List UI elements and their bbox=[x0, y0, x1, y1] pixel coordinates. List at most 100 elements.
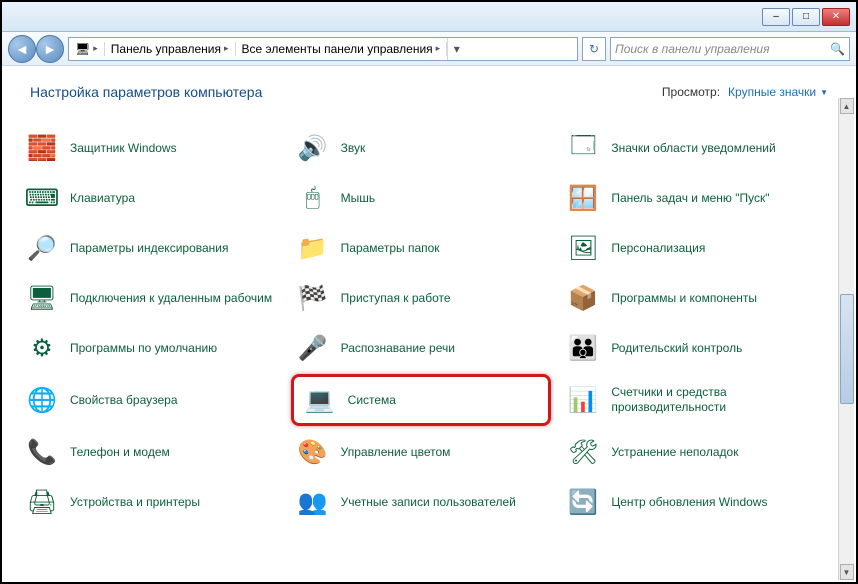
mouse-icon: 🖱 bbox=[295, 180, 331, 216]
cpl-item-keyboard[interactable]: ⌨ Клавиатура bbox=[20, 174, 281, 222]
cpl-item-taskbar[interactable]: 🪟Панель задач и меню "Пуск" bbox=[561, 174, 822, 222]
back-button[interactable]: ◄ bbox=[8, 35, 36, 63]
chevron-right-icon: ▸ bbox=[93, 43, 98, 54]
refresh-button[interactable]: ↻ bbox=[582, 37, 606, 61]
keyboard-icon: ⌨ bbox=[24, 180, 60, 216]
nav-buttons: ◄ ► bbox=[8, 35, 64, 63]
indexing-icon: 🔎 bbox=[24, 230, 60, 266]
items-grid: 🧱 Защитник Windows 🔊 Звук 🗔 Значки области ув… bbox=[20, 124, 822, 526]
view-selector[interactable]: Крупные значки ▼ bbox=[728, 85, 828, 99]
cpl-item-label: Свойства браузера bbox=[70, 393, 178, 408]
cpl-item-programs[interactable]: 📦Программы и компоненты bbox=[561, 274, 822, 322]
address-dropdown[interactable]: ▾ bbox=[447, 38, 465, 60]
cpl-item-label: Счетчики и средства производительности bbox=[611, 385, 818, 415]
cpl-item-label: Значки области уведомлений bbox=[611, 141, 775, 156]
system-icon: 💻 bbox=[302, 382, 338, 418]
breadcrumb-seg1[interactable]: Панель управления ▸ bbox=[105, 42, 236, 56]
address-bar[interactable]: 🖥 ▸ Панель управления ▸ Все элементы пан… bbox=[68, 37, 578, 61]
breadcrumb-label: Все элементы панели управления bbox=[242, 42, 433, 56]
page-title: Настройка параметров компьютера bbox=[30, 84, 262, 100]
cpl-item-defender[interactable]: 🧱 Защитник Windows bbox=[20, 124, 281, 172]
breadcrumb-seg2[interactable]: Все элементы панели управления ▸ bbox=[236, 42, 448, 56]
windows-update-icon: 🔄 bbox=[565, 484, 601, 520]
cpl-item-label: Управление цветом bbox=[341, 445, 451, 460]
toolbar: ◄ ► 🖥 ▸ Панель управления ▸ Все элементы… bbox=[2, 32, 856, 66]
forward-button[interactable]: ► bbox=[36, 35, 64, 63]
cpl-item-label: Приступая к работе bbox=[341, 291, 451, 306]
cpl-item-label: Устройства и принтеры bbox=[70, 495, 200, 510]
speech-icon: 🎤 bbox=[295, 330, 331, 366]
breadcrumb-root[interactable]: 🖥 ▸ bbox=[69, 42, 105, 56]
chevron-down-icon: ▼ bbox=[820, 88, 828, 97]
cpl-item-label: Клавиатура bbox=[70, 191, 135, 206]
scroll-thumb[interactable] bbox=[840, 294, 854, 404]
color-mgmt-icon: 🎨 bbox=[295, 434, 331, 470]
view-value: Крупные значки bbox=[728, 85, 816, 99]
cpl-item-default-programs[interactable]: ⚙Программы по умолчанию bbox=[20, 324, 281, 372]
personalization-icon: 🖼 bbox=[565, 230, 601, 266]
minimize-button[interactable]: – bbox=[762, 8, 790, 26]
cpl-item-perf-counters[interactable]: 📊 Счетчики и средства производительности bbox=[561, 374, 822, 426]
cpl-item-label: Распознавание речи bbox=[341, 341, 455, 356]
cpl-item-label: Устранение неполадок bbox=[611, 445, 738, 460]
perf-counters-icon: 📊 bbox=[565, 382, 601, 418]
cpl-item-label: Родительский контроль bbox=[611, 341, 742, 356]
view-label: Просмотр: bbox=[662, 85, 720, 99]
vertical-scrollbar[interactable]: ▲ ▼ bbox=[838, 98, 854, 580]
cpl-item-remote[interactable]: 🖥 Подключения к удаленным рабочим bbox=[20, 274, 281, 322]
cpl-item-label: Центр обновления Windows bbox=[611, 495, 767, 510]
cpl-item-troubleshoot[interactable]: 🛠 Устранение неполадок bbox=[561, 428, 822, 476]
cpl-item-notification-icons[interactable]: 🗔 Значки области уведомлений bbox=[561, 124, 822, 172]
breadcrumb-label: Панель управления bbox=[111, 42, 221, 56]
phone-modem-icon: 📞 bbox=[24, 434, 60, 470]
cpl-item-mouse[interactable]: 🖱 Мышь bbox=[291, 174, 552, 222]
folder-options-icon: 📁 bbox=[295, 230, 331, 266]
sound-icon: 🔊 bbox=[295, 130, 331, 166]
defender-icon: 🧱 bbox=[24, 130, 60, 166]
cpl-item-getting-started[interactable]: 🏁 Приступая к работе bbox=[291, 274, 552, 322]
cpl-item-parental[interactable]: 👪Родительский контроль bbox=[561, 324, 822, 372]
cpl-item-browser-props[interactable]: 🌐 Свойства браузера bbox=[20, 374, 281, 426]
scroll-down-button[interactable]: ▼ bbox=[840, 564, 854, 580]
cpl-item-color-mgmt[interactable]: 🎨 Управление цветом bbox=[291, 428, 552, 476]
close-button[interactable]: ✕ bbox=[822, 8, 850, 26]
cpl-item-folder-options[interactable]: 📁Параметры папок bbox=[291, 224, 552, 272]
taskbar-icon: 🪟 bbox=[565, 180, 601, 216]
cpl-item-speech[interactable]: 🎤 Распознавание речи bbox=[291, 324, 552, 372]
cpl-item-label: Мышь bbox=[341, 191, 376, 206]
user-accounts-icon: 👥 bbox=[295, 484, 331, 520]
cpl-item-indexing[interactable]: 🔎 Параметры индексирования bbox=[20, 224, 281, 272]
cpl-item-label: Параметры индексирования bbox=[70, 241, 228, 256]
search-input[interactable]: Поиск в панели управления 🔍 bbox=[610, 37, 850, 61]
cpl-item-phone-modem[interactable]: 📞 Телефон и модем bbox=[20, 428, 281, 476]
chevron-right-icon: ▸ bbox=[436, 43, 441, 54]
cpl-item-label: Телефон и модем bbox=[70, 445, 170, 460]
cpl-item-windows-update[interactable]: 🔄 Центр обновления Windows bbox=[561, 478, 822, 526]
cpl-item-label: Персонализация bbox=[611, 241, 705, 256]
browser-props-icon: 🌐 bbox=[24, 382, 60, 418]
titlebar: – □ ✕ bbox=[2, 2, 856, 32]
chevron-right-icon: ▸ bbox=[224, 43, 229, 54]
cpl-item-label: Звук bbox=[341, 141, 366, 156]
getting-started-icon: 🏁 bbox=[295, 280, 331, 316]
troubleshoot-icon: 🛠 bbox=[565, 434, 601, 470]
cpl-item-label: Подключения к удаленным рабочим bbox=[70, 291, 272, 306]
page-header: Настройка параметров компьютера Просмотр… bbox=[2, 66, 856, 110]
scroll-up-button[interactable]: ▲ bbox=[840, 98, 854, 114]
content-area: 🧱 Защитник Windows 🔊 Звук 🗔 Значки области ув… bbox=[2, 124, 840, 580]
maximize-button[interactable]: □ bbox=[792, 8, 820, 26]
search-icon[interactable]: 🔍 bbox=[830, 42, 845, 56]
cpl-item-label: Система bbox=[348, 393, 396, 408]
remote-icon: 🖥 bbox=[24, 280, 60, 316]
cpl-item-label: Программы по умолчанию bbox=[70, 341, 217, 356]
search-placeholder: Поиск в панели управления bbox=[615, 42, 770, 56]
scroll-track[interactable] bbox=[840, 114, 854, 564]
cpl-item-personalization[interactable]: 🖼 Персонализация bbox=[561, 224, 822, 272]
cpl-item-label: Защитник Windows bbox=[70, 141, 177, 156]
cpl-item-label: Учетные записи пользователей bbox=[341, 495, 516, 510]
notification-icons-icon: 🗔 bbox=[565, 130, 601, 166]
cpl-item-system[interactable]: 💻 Система bbox=[291, 374, 552, 426]
cpl-item-sound[interactable]: 🔊 Звук bbox=[291, 124, 552, 172]
cpl-item-devices-printers[interactable]: 🖨Устройства и принтеры bbox=[20, 478, 281, 526]
cpl-item-user-accounts[interactable]: 👥 Учетные записи пользователей bbox=[291, 478, 552, 526]
